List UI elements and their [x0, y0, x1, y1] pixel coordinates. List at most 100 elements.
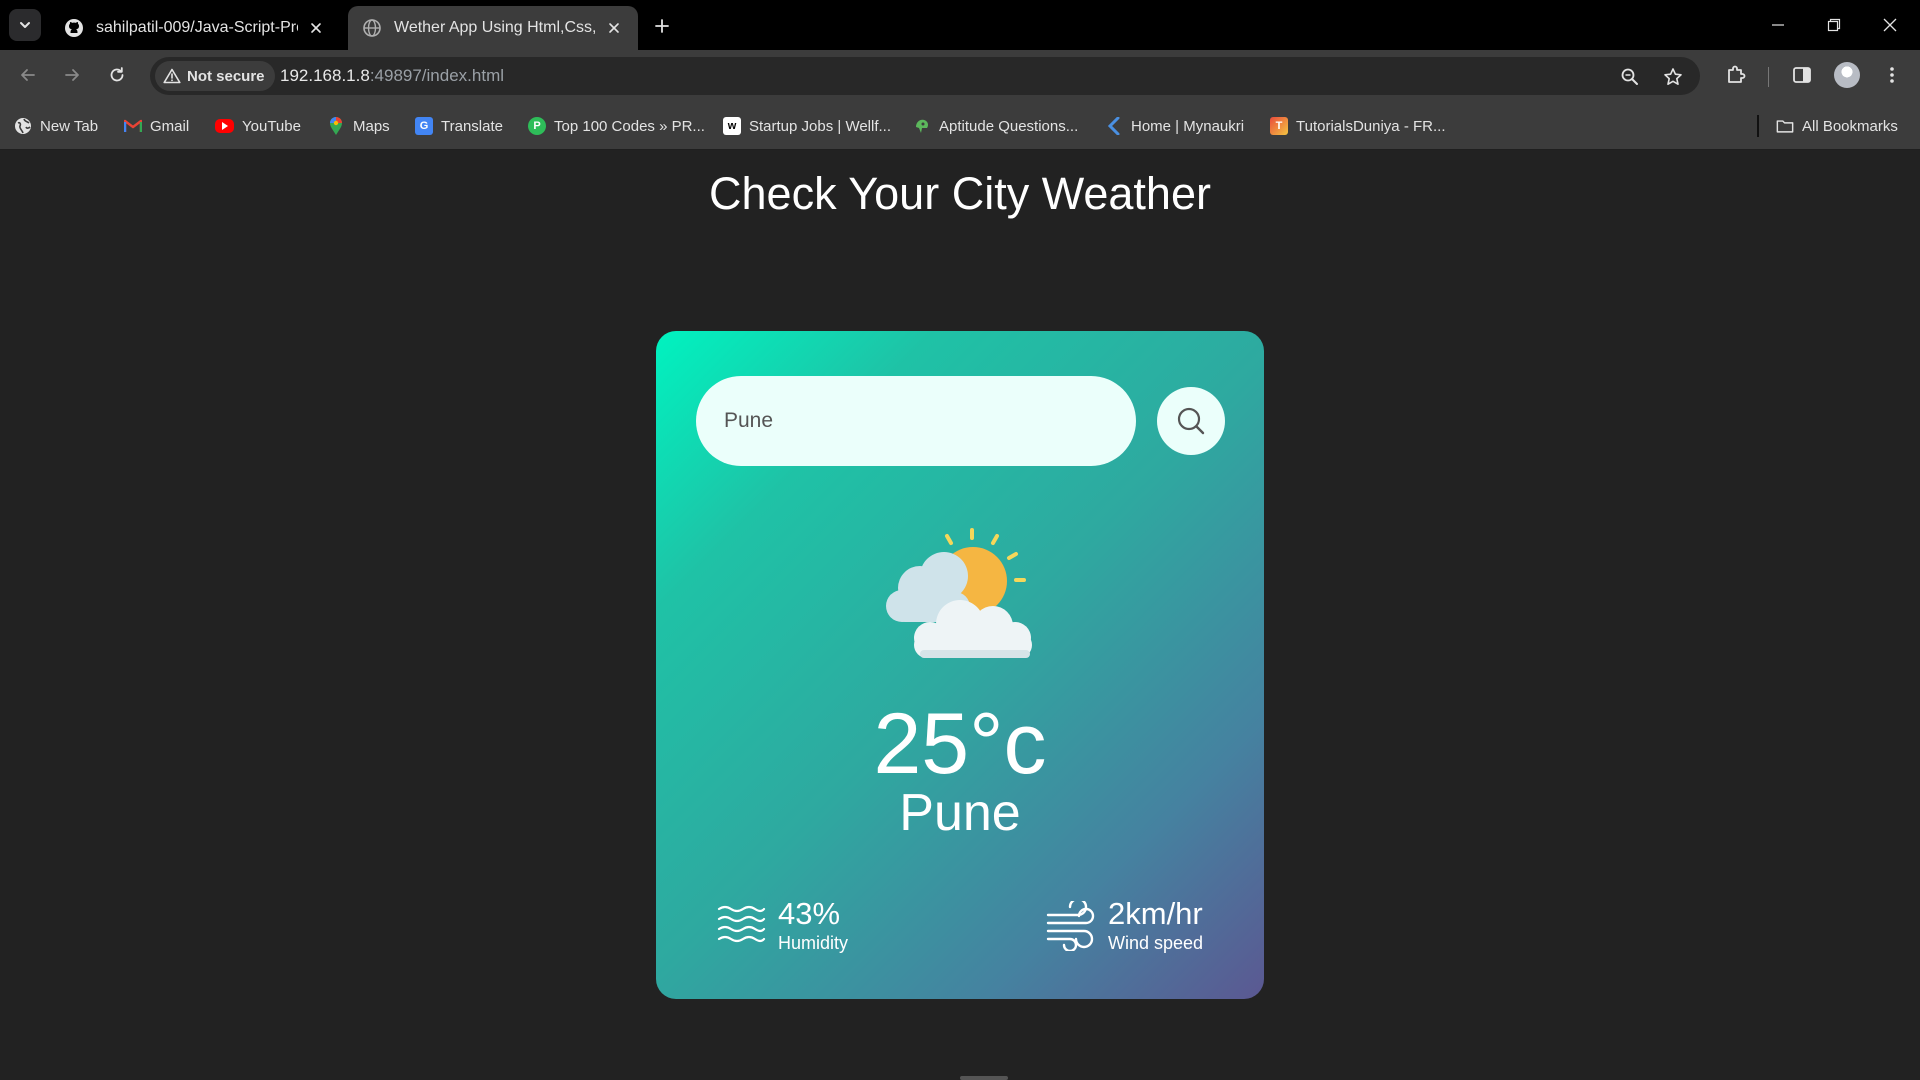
wind-value: 2km/hr — [1108, 896, 1203, 931]
bookmark-label: Aptitude Questions... — [939, 117, 1079, 135]
humidity-icon — [717, 905, 766, 942]
toolbar-divider — [1768, 67, 1769, 87]
city-name: Pune — [899, 784, 1021, 842]
close-icon[interactable] — [306, 18, 326, 38]
bookmarks-bar: New Tab Gmail YouTube Maps G Translate P… — [0, 100, 1920, 150]
url-host: 192.168.1.8 — [280, 66, 370, 85]
tab-title: sahilpatil-009/Java-Script-Projects — [96, 19, 298, 36]
bookmark-top-100-codes[interactable]: P Top 100 Codes » PR... — [528, 115, 705, 137]
bookmarks-divider — [1757, 115, 1759, 137]
side-panel-icon — [1793, 67, 1811, 83]
browser-toolbar: Not secure 192.168.1.8:49897/index.html — [0, 50, 1920, 100]
maps-icon — [327, 117, 345, 135]
city-search-input[interactable] — [696, 376, 1136, 466]
tab-search-button[interactable] — [9, 9, 41, 41]
bookmark-aptitude-questions[interactable]: Aptitude Questions... — [913, 115, 1078, 137]
side-panel-button[interactable] — [1786, 59, 1818, 91]
globe-icon — [362, 18, 382, 38]
bookmark-youtube[interactable]: YouTube — [215, 115, 301, 137]
bookmark-maps[interactable]: Maps — [327, 115, 390, 137]
bookmark-label: Translate — [441, 117, 503, 135]
bookmark-star-button[interactable] — [1659, 63, 1687, 91]
reload-button[interactable] — [101, 59, 133, 91]
zoom-button[interactable] — [1616, 63, 1644, 91]
wind-detail: 2km/hr Wind speed — [1046, 896, 1204, 954]
warning-icon — [163, 68, 181, 84]
aptitude-icon — [913, 117, 931, 135]
bookmark-label: Maps — [353, 117, 390, 135]
address-bar[interactable]: Not secure 192.168.1.8:49897/index.html — [150, 57, 1700, 95]
more-vertical-icon — [1890, 67, 1894, 83]
bookmark-gmail[interactable]: Gmail — [124, 115, 189, 137]
close-icon — [1883, 18, 1897, 32]
back-button[interactable] — [12, 59, 44, 91]
arrow-left-icon — [21, 69, 35, 81]
restore-button[interactable] — [1806, 0, 1862, 50]
github-icon — [64, 18, 84, 38]
avatar — [1834, 62, 1860, 88]
chrome-icon — [14, 117, 32, 135]
search-button[interactable] — [1157, 387, 1225, 455]
close-window-button[interactable] — [1862, 0, 1918, 50]
wellfound-icon: w — [723, 117, 741, 135]
url-text: 192.168.1.8:49897/index.html — [280, 66, 504, 86]
extensions-button[interactable] — [1720, 59, 1752, 91]
wind-text: 2km/hr Wind speed — [1108, 896, 1204, 954]
chevron-down-icon — [20, 22, 30, 28]
search-icon — [1177, 407, 1205, 435]
profile-button[interactable] — [1831, 59, 1863, 91]
minimize-icon — [1772, 24, 1784, 26]
bookmark-mynaukri[interactable]: Home | Mynaukri — [1105, 115, 1244, 137]
bookmark-startup-jobs[interactable]: w Startup Jobs | Wellf... — [723, 115, 891, 137]
bookmark-tutorialsduniya[interactable]: T TutorialsDuniya - FR... — [1270, 115, 1445, 137]
close-icon[interactable] — [604, 18, 624, 38]
youtube-icon — [215, 119, 234, 133]
browser-tab-strip: sahilpatil-009/Java-Script-Projects Weth… — [0, 0, 1920, 50]
reload-icon — [110, 67, 124, 82]
new-tab-button[interactable] — [648, 12, 676, 40]
star-icon — [1664, 68, 1682, 85]
wind-icon — [1046, 900, 1095, 951]
bookmark-label: TutorialsDuniya - FR... — [1296, 117, 1446, 135]
tab-weather-app[interactable]: Wether App Using Html,Css,Js — [348, 6, 638, 50]
bookmark-translate[interactable]: G Translate — [415, 115, 503, 137]
codes-icon: P — [528, 117, 546, 135]
bookmark-label: Home | Mynaukri — [1131, 117, 1245, 135]
arrow-right-icon — [65, 69, 79, 81]
humidity-text: 43% Humidity — [778, 896, 849, 954]
forward-button[interactable] — [56, 59, 88, 91]
bookmark-label: Gmail — [150, 117, 190, 135]
restore-icon — [1827, 18, 1841, 32]
folder-icon — [1776, 117, 1794, 135]
tab-github[interactable]: sahilpatil-009/Java-Script-Projects — [50, 6, 340, 50]
humidity-label: Humidity — [778, 932, 849, 953]
bookmark-label: Startup Jobs | Wellf... — [749, 117, 892, 135]
wind-label: Wind speed — [1108, 932, 1204, 953]
plus-icon — [655, 19, 669, 33]
bookmark-label: New Tab — [40, 117, 99, 135]
partly-cloudy-icon — [886, 528, 1032, 658]
security-label: Not secure — [187, 67, 265, 85]
bookmark-label: Top 100 Codes » PR... — [554, 117, 705, 135]
translate-icon: G — [415, 117, 433, 135]
minimize-button[interactable] — [1750, 0, 1806, 50]
bookmark-label: YouTube — [242, 117, 301, 135]
puzzle-icon — [1728, 65, 1746, 83]
temperature: 25°c — [873, 696, 1047, 792]
security-chip[interactable]: Not secure — [155, 61, 275, 91]
bookmark-label: All Bookmarks — [1802, 117, 1898, 135]
humidity-value: 43% — [778, 896, 841, 931]
bookmark-new-tab[interactable]: New Tab — [14, 115, 98, 137]
gmail-icon — [124, 117, 142, 135]
tutorialsduniya-icon: T — [1270, 117, 1288, 135]
menu-button[interactable] — [1876, 59, 1908, 91]
page-title: Check Your City Weather — [709, 168, 1211, 219]
humidity-detail: 43% Humidity — [716, 896, 849, 954]
weather-card: 25°c Pune 43% Humidity 2km/hr — [656, 331, 1264, 999]
tab-title: Wether App Using Html,Css,Js — [394, 19, 596, 36]
zoom-icon — [1621, 68, 1638, 85]
scroll-handle — [960, 1076, 1008, 1080]
all-bookmarks-button[interactable]: All Bookmarks — [1776, 115, 1898, 137]
url-path: :49897/index.html — [369, 66, 505, 85]
mynaukri-icon — [1105, 117, 1123, 135]
